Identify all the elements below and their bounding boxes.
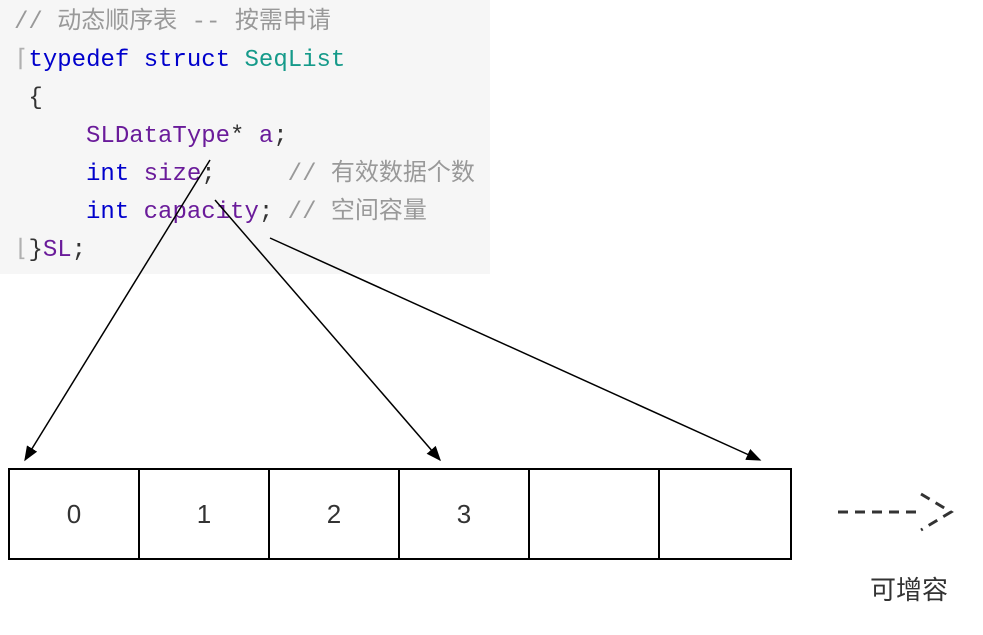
array-cell [660, 470, 790, 558]
code-line-7: ⌊}SL; [2, 232, 488, 270]
array-cell: 3 [400, 470, 530, 558]
field-size: size [144, 161, 202, 188]
kw-struct: struct [144, 47, 230, 74]
code-line-2: ⌈typedef struct SeqList [2, 42, 488, 80]
type-ptr: SLDataType [86, 123, 230, 150]
array-cell: 2 [270, 470, 400, 558]
brace-open: { [28, 85, 42, 112]
cell-value: 3 [457, 499, 471, 530]
kw-typedef: typedef [28, 47, 129, 74]
kw-int2: int [86, 199, 129, 226]
brace-close: } [28, 237, 42, 264]
code-line-6: int capacity; // 空间容量 [2, 194, 488, 232]
cell-value: 1 [197, 499, 211, 530]
comment-cap: 空间容量 [331, 199, 427, 226]
cell-value: 2 [327, 499, 341, 530]
code-block: // 动态顺序表 -- 按需申请 ⌈typedef struct SeqList… [0, 0, 490, 274]
code-line-3: { [2, 80, 488, 118]
comment-slash-3: // [288, 199, 331, 226]
code-line-1: // 动态顺序表 -- 按需申请 [2, 4, 488, 42]
array-cell: 0 [10, 470, 140, 558]
comment-text: 动态顺序表 -- 按需申请 [57, 9, 331, 36]
array-cell [530, 470, 660, 558]
kw-int1: int [86, 161, 129, 188]
array-cell: 1 [140, 470, 270, 558]
alias: SL [43, 237, 72, 264]
field-a: a [259, 123, 273, 150]
struct-name: SeqList [245, 47, 346, 74]
star: * [230, 123, 244, 150]
dashed-arrow-icon [836, 490, 956, 534]
comment-slash: // [14, 9, 57, 36]
comment-slash-2: // [288, 161, 331, 188]
array-diagram: 0 1 2 3 [8, 468, 792, 560]
comment-size: 有效数据个数 [331, 161, 475, 188]
cell-value: 0 [67, 499, 81, 530]
field-cap: capacity [144, 199, 259, 226]
code-line-5: int size; // 有效数据个数 [2, 156, 488, 194]
semi: ; [273, 123, 287, 150]
code-line-4: SLDataType* a; [2, 118, 488, 156]
expand-label: 可增容 [870, 570, 948, 607]
